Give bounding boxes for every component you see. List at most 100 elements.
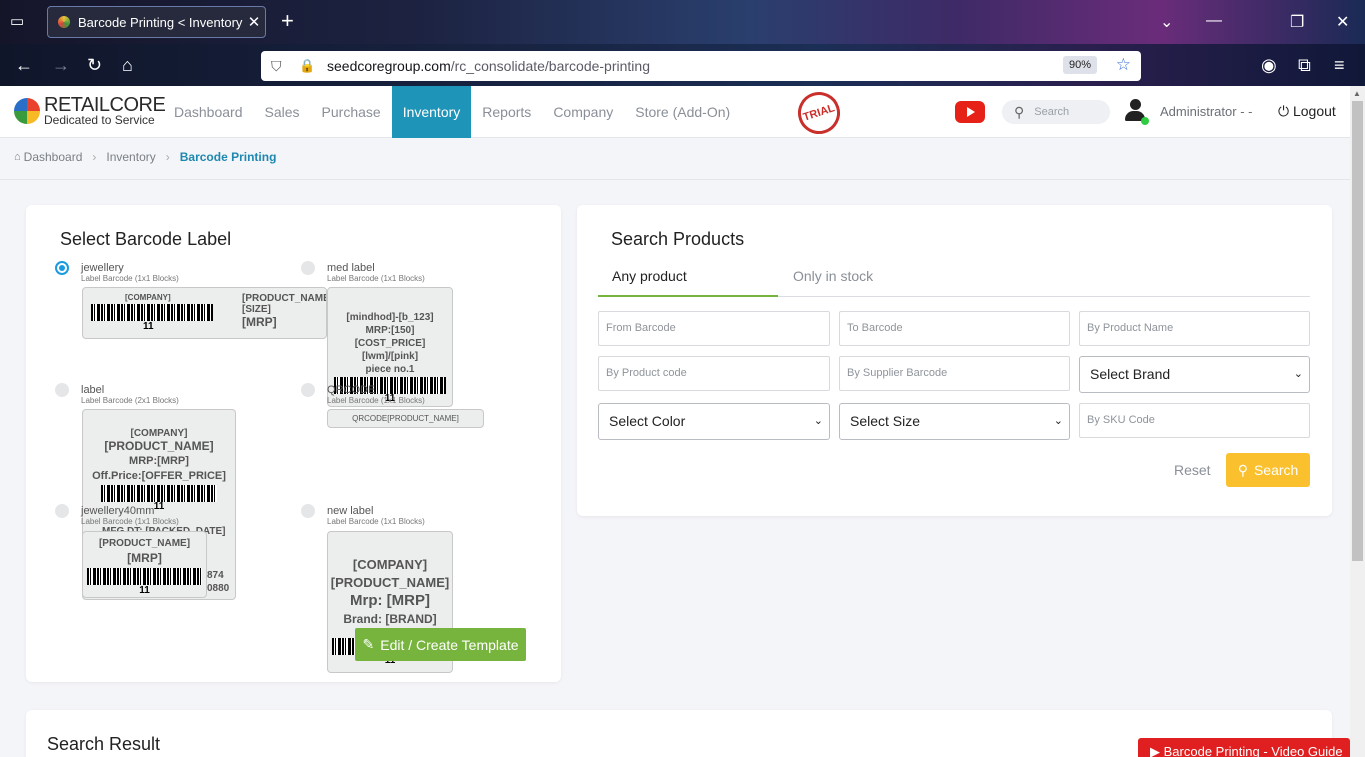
lock-icon[interactable]: 🔒 — [299, 58, 315, 74]
search-result-card: Search Result — [26, 710, 1332, 757]
label-name: jewellery — [81, 262, 124, 274]
label-name: new label — [327, 505, 374, 517]
globe-logo-icon — [14, 98, 40, 124]
divider — [0, 179, 1350, 180]
extensions-icon[interactable]: ⧉ — [1298, 56, 1311, 74]
header-search-placeholder: Search — [1034, 106, 1070, 118]
restore-icon[interactable]: ❐ — [1290, 12, 1304, 32]
search-products-title: Search Products — [611, 229, 745, 249]
back-icon[interactable]: ← — [15, 56, 33, 74]
label-sub: Label Barcode (2x1 Blocks) — [81, 396, 179, 405]
youtube-icon[interactable] — [955, 101, 985, 123]
nav-dashboard[interactable]: Dashboard — [163, 86, 254, 138]
size-select[interactable]: Select Size ⌄ — [839, 403, 1070, 440]
label-name: med label — [327, 262, 375, 274]
radio-new-label[interactable] — [301, 504, 315, 518]
search-icon: ⚲ — [1237, 461, 1248, 478]
nav-store-addon[interactable]: Store (Add-On) — [624, 86, 741, 138]
page-scrollbar[interactable]: ▲ — [1350, 86, 1365, 757]
chevron-down-icon: ⌄ — [1293, 368, 1303, 380]
radio-jewellery[interactable] — [55, 261, 69, 275]
bookmark-star-icon[interactable]: ☆ — [1116, 55, 1131, 75]
url-text: seedcoregroup.com/rc_consolidate/barcode… — [327, 58, 650, 74]
favicon-icon — [58, 16, 70, 28]
tab-only-in-stock[interactable]: Only in stock — [793, 262, 873, 297]
shield-icon[interactable]: ⛉ — [271, 58, 287, 75]
minimize-icon[interactable]: — — [1206, 12, 1222, 30]
label-name: jewellery40mm — [81, 505, 155, 517]
radio-jewellery40mm[interactable] — [55, 504, 69, 518]
radio-med-label[interactable] — [301, 261, 315, 275]
tab-any-product[interactable]: Any product — [598, 262, 778, 297]
pencil-icon: ✎ — [362, 636, 375, 652]
user-name[interactable]: Administrator - - — [1160, 104, 1252, 119]
forward-icon[interactable]: → — [52, 56, 70, 74]
chevron-down-icon[interactable]: ⌄ — [1160, 12, 1173, 32]
address-bar[interactable]: ⛉ 🔒 seedcoregroup.com/rc_consolidate/bar… — [261, 51, 1141, 81]
label-sub: Label Barcode (1x1 Blocks) — [327, 396, 425, 405]
sku-code-input[interactable]: By SKU Code — [1079, 403, 1310, 438]
label-sub: Label Barcode (1x1 Blocks) — [327, 517, 425, 526]
logo[interactable]: RETAILCORE Dedicated to Service — [14, 94, 166, 127]
supplier-barcode-input[interactable]: By Supplier Barcode — [839, 356, 1070, 391]
search-button[interactable]: ⚲ Search — [1226, 453, 1310, 487]
breadcrumb-dashboard[interactable]: Dashboard — [24, 150, 83, 164]
search-result-title: Search Result — [47, 734, 161, 754]
browser-tabstrip: ▭ Barcode Printing < Inventory | R ✕ + ⌄… — [0, 0, 1365, 44]
online-status-icon — [1141, 117, 1149, 125]
color-select[interactable]: Select Color ⌄ — [598, 403, 830, 440]
label-preview-jewellery40mm[interactable]: [PRODUCT_NAME] [MRP] 11 — [82, 531, 207, 598]
breadcrumb-inventory[interactable]: Inventory — [106, 150, 155, 164]
logout-button[interactable]: ⏻ Logout — [1278, 103, 1336, 120]
label-preview-jewellery[interactable]: [COMPANY] 11 [PRODUCT_NAME] [SIZE] [MRP] — [82, 287, 327, 339]
search-icon: ⚲ — [1014, 103, 1025, 120]
nav-inventory[interactable]: Inventory — [391, 86, 472, 138]
chevron-right-icon: › — [92, 150, 97, 164]
nav-company[interactable]: Company — [542, 86, 624, 138]
home-icon[interactable]: ⌂ — [122, 56, 133, 74]
power-icon: ⏻ — [1278, 103, 1290, 119]
home-icon: ⌂ — [14, 151, 21, 163]
label-preview-qrcode[interactable]: QRCODE[PRODUCT_NAME] VALUES[MRP] — [327, 409, 484, 428]
product-name-input[interactable]: By Product Name — [1079, 311, 1310, 346]
menu-icon[interactable]: ≡ — [1334, 56, 1345, 74]
close-tab-icon[interactable]: ✕ — [243, 13, 265, 31]
label-sub: Label Barcode (1x1 Blocks) — [327, 274, 425, 283]
breadcrumb: ⌂ Dashboard › Inventory › Barcode Printi… — [14, 150, 276, 164]
browser-toolbar: ← → ↻ ⌂ ⛉ 🔒 seedcoregroup.com/rc_consoli… — [0, 44, 1365, 86]
label-sub: Label Barcode (1x1 Blocks) — [81, 274, 179, 283]
new-tab-icon[interactable]: + — [281, 10, 294, 32]
from-barcode-input[interactable]: From Barcode — [598, 311, 830, 346]
label-sub: Label Barcode (1x1 Blocks) — [81, 517, 179, 526]
browser-tab[interactable]: Barcode Printing < Inventory | R ✕ — [47, 6, 266, 38]
nav-purchase[interactable]: Purchase — [311, 86, 392, 138]
product-tabs: Any product Only in stock — [598, 262, 1310, 297]
avatar[interactable] — [1125, 99, 1149, 125]
radio-qrcode[interactable] — [301, 383, 315, 397]
nav-reports[interactable]: Reports — [471, 86, 542, 138]
video-guide-button[interactable]: ▶ Barcode Printing - Video Guide — [1138, 738, 1350, 757]
chevron-down-icon: ⌄ — [813, 415, 823, 427]
edit-create-template-button[interactable]: ✎ Edit / Create Template — [355, 628, 526, 661]
youtube-icon: ▶ — [1150, 744, 1160, 757]
label-name: QRCODE — [327, 384, 376, 396]
tab-list-icon[interactable]: ▭ — [10, 12, 28, 30]
brand-tagline: Dedicated to Service — [44, 113, 155, 127]
zoom-badge[interactable]: 90% — [1062, 56, 1097, 74]
reset-button[interactable]: Reset — [1174, 462, 1211, 478]
breadcrumb-current: Barcode Printing — [179, 150, 277, 164]
product-code-input[interactable]: By Product code — [598, 356, 830, 391]
brand-name: RETAILCORE — [44, 94, 166, 116]
header-search[interactable]: ⚲ Search — [1002, 100, 1110, 124]
label-name: label — [81, 384, 105, 396]
radio-label[interactable] — [55, 383, 69, 397]
main-nav: Dashboard Sales Purchase Inventory Repor… — [163, 86, 741, 138]
close-window-icon[interactable]: ✕ — [1336, 12, 1349, 32]
chevron-right-icon: › — [165, 150, 170, 164]
to-barcode-input[interactable]: To Barcode — [839, 311, 1070, 346]
chevron-down-icon: ⌄ — [1053, 415, 1063, 427]
brand-select[interactable]: Select Brand ⌄ — [1079, 356, 1310, 393]
nav-sales[interactable]: Sales — [254, 86, 311, 138]
reload-icon[interactable]: ↻ — [87, 56, 102, 74]
account-icon[interactable]: ◉ — [1261, 56, 1277, 74]
